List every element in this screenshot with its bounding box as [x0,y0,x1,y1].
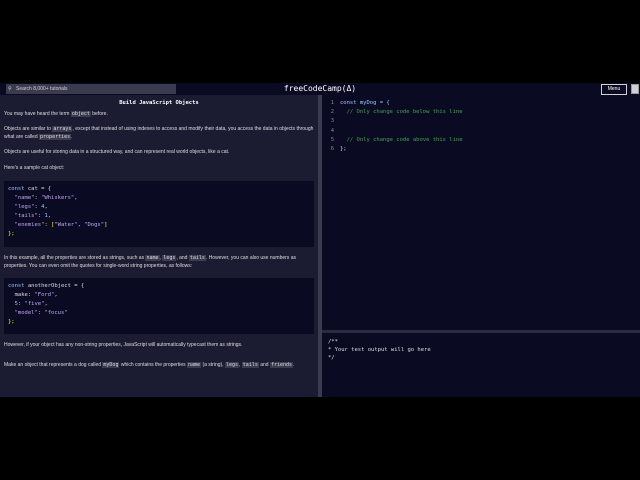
inline-code: myDog [102,362,120,368]
code-token: anotherObject = { [24,282,85,289]
code-token: "five" [24,300,45,307]
code-token: : [17,300,25,307]
inline-code: properties [39,134,72,140]
editor-line[interactable]: 2 // Only change code below this line [322,108,640,117]
code-token: 5 [8,300,18,307]
paragraph-intro: You may have heard the term object befor… [4,110,314,119]
inline-code: legs [162,254,177,261]
code-token: }; [8,318,15,325]
line-number: 4 [330,127,334,134]
top-nav: ⚲ Search 8,000+ tutorials freeCodeCamp(Δ… [0,83,640,95]
line-number: 3 [330,118,334,125]
code-token: , [44,300,48,307]
inline-code: name [187,362,202,368]
inline-code: object [70,111,91,117]
search-icon: ⚲ [8,86,12,92]
inline-code: friends [269,362,294,368]
code-token: "enemies" [8,221,45,228]
line-number: 2 [330,109,334,116]
text: You may have heard the term [4,111,71,117]
editor-code[interactable]: const myDog = { [340,99,390,108]
menu-button[interactable]: Menu [601,84,627,95]
code-token: , [44,203,48,210]
code-token: "name" [8,194,35,201]
editor-line[interactable]: 5 // Only change code above this line [322,136,640,145]
text: Make an object that represents a dog cal… [4,362,103,368]
text: Objects are similar to [4,125,53,132]
text: In this example, all the properties are … [4,254,146,261]
text: . [71,134,73,140]
instructions-pane: Build JavaScript Objects You may have he… [0,95,318,397]
inline-code: arrays [52,125,73,132]
code-token: "legs" [8,203,35,210]
paragraph-sample: Here's a sample cat object: [4,165,65,171]
avatar[interactable] [631,84,639,94]
test-output-console: /** * Your test output will go here */ [322,330,640,397]
code-token: const [8,185,25,192]
paragraph-useful: Objects are useful for storing data in a… [4,148,230,155]
text: , and [176,254,189,261]
text: before. [90,111,108,117]
code-token: }; [8,230,15,237]
inline-code: legs [224,362,240,368]
page-title: Build JavaScript Objects [119,100,199,106]
code-token: : [27,291,35,298]
paragraph-objects: Objects are similar to arrays, except th… [4,125,314,142]
code-token: , [74,194,78,201]
editor-code[interactable]: // Only change code above this line [340,136,463,145]
code-token: , [47,212,52,219]
code-editor[interactable]: 1 const myDog = { 2 // Only change code b… [322,95,640,330]
line-number: 6 [330,145,334,152]
code-token: cat = { [24,185,52,192]
app-frame: ⚲ Search 8,000+ tutorials freeCodeCamp(Δ… [0,83,640,397]
code-block-cat: const cat = { "name": "Whiskers", "legs"… [4,180,314,247]
fcc-logo[interactable]: freeCodeCamp(Δ) [250,83,390,95]
inline-code: tails [241,362,259,368]
inline-code: name [145,254,160,261]
editor-line[interactable]: 6}; [322,145,640,154]
paragraph-task: Make an object that represents a dog cal… [4,361,314,370]
console-line: */ [328,355,335,361]
paragraph-strings: In this example, all the properties are … [4,254,314,271]
code-token: : [ [44,221,55,228]
text: (a string), [201,362,225,368]
line-number: 1 [330,100,334,106]
code-token: "Whiskers" [41,194,75,201]
console-line: /** [328,339,338,345]
code-token: "model" [8,309,38,316]
editor-code[interactable]: // Only change code below this line [340,108,463,117]
code-token: "Ford" [34,291,55,298]
code-token: "focus" [44,309,68,316]
code-token: "Water" [54,221,78,228]
text: which contains the properties [119,362,188,368]
code-block-another-object: const anotherObject = { make: "Ford", 5:… [4,277,314,334]
paragraph-typecast: However, if your object has any non-stri… [4,341,243,348]
code-token: "Dogs" [84,221,105,228]
search-bar[interactable]: ⚲ Search 8,000+ tutorials [6,84,176,94]
editor-line[interactable]: 4 [322,127,640,136]
editor-line[interactable]: 1 const myDog = { [322,99,640,108]
code-token: make [8,291,28,298]
editor-line[interactable]: 3 [322,117,640,126]
editor-code[interactable]: }; [340,145,347,154]
text: . [293,362,295,368]
code-token: , [54,291,58,298]
inline-code: tails [188,254,206,261]
code-token: "tails" [8,212,38,219]
line-number: 5 [330,136,334,143]
code-token: ] [104,221,108,228]
code-token: const [8,282,25,289]
search-input[interactable]: Search 8,000+ tutorials [16,86,68,92]
text: and [258,362,270,368]
console-line: * Your test output will go here [328,347,431,353]
